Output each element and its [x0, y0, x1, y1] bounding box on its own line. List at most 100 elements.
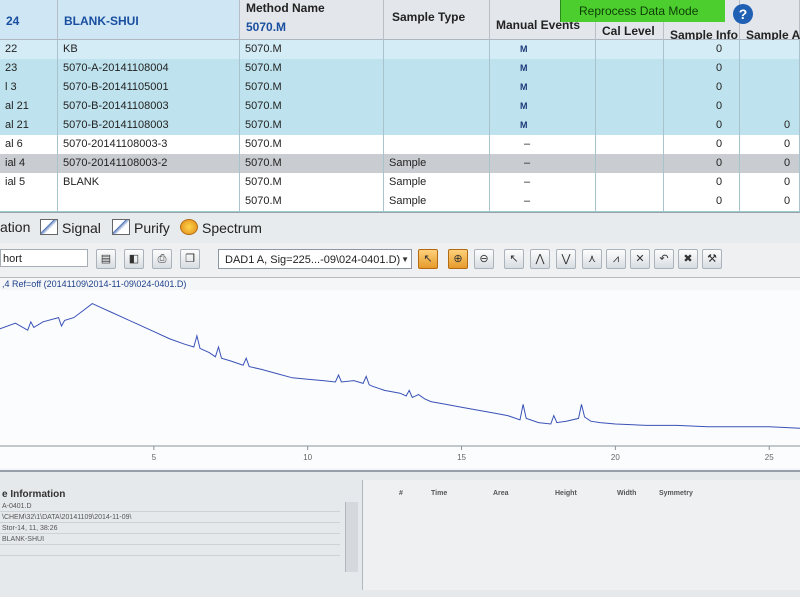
- sample-type-cell: [384, 59, 490, 78]
- purify-icon: [112, 219, 130, 235]
- bottom-panels: e Information A-0401.D \CHEM\32\1\DATA\2…: [0, 470, 800, 597]
- sample-info-cell: 0: [664, 97, 740, 116]
- table-row[interactable]: 5070.M Sample – 0 0: [0, 192, 800, 212]
- info-line: [0, 546, 340, 556]
- tab-purify[interactable]: Purify: [112, 219, 170, 236]
- method-cell: 5070.M: [240, 192, 384, 211]
- undo-icon[interactable]: ↶: [654, 249, 674, 269]
- integrate-icon[interactable]: ⋀: [530, 249, 550, 269]
- cal-level-cell: [596, 173, 664, 192]
- sample-type-column-header[interactable]: Sample Type: [384, 0, 490, 40]
- zoom-out-icon[interactable]: ⊖: [474, 249, 494, 269]
- signal-icon: [40, 219, 58, 235]
- method-cell: 5070.M: [240, 59, 384, 78]
- reprocess-data-mode-banner: Reprocess Data Mode: [560, 0, 725, 22]
- info-scrollbar[interactable]: [345, 502, 358, 572]
- table-row[interactable]: 23 5070-A-20141108004 5070.M M 0: [0, 59, 800, 79]
- vial-cell: al 6: [0, 135, 58, 154]
- sample-amount-cell: 0: [740, 192, 800, 211]
- cal-level-cell: [596, 40, 664, 59]
- sample-amount-cell: [740, 78, 800, 97]
- sample-name-cell: BLANK: [58, 173, 240, 192]
- vial-column-header[interactable]: 24: [0, 0, 58, 40]
- manual-events-cell: M: [490, 97, 596, 116]
- peak-col-number[interactable]: #: [399, 490, 403, 497]
- method-cell: 5070.M: [240, 97, 384, 116]
- method-cell: 5070.M: [240, 116, 384, 135]
- sample-type-cell: Sample: [384, 173, 490, 192]
- table-row[interactable]: al 6 5070-20141108003-3 5070.M – 0 0: [0, 135, 800, 155]
- delete-peak-icon[interactable]: ✕: [630, 249, 650, 269]
- vial-cell: al 21: [0, 116, 58, 135]
- table-row[interactable]: al 21 5070-B-20141108003 5070.M M 0: [0, 97, 800, 117]
- peak-col-width[interactable]: Width: [617, 490, 636, 497]
- sample-name-column-header[interactable]: BLANK-SHUI: [58, 0, 240, 40]
- sample-name-cell: 5070-B-20141105001: [58, 78, 240, 97]
- sample-amount-cell: [740, 97, 800, 116]
- help-icon[interactable]: ?: [733, 4, 753, 24]
- remove-icon[interactable]: ✖: [678, 249, 698, 269]
- x-tick-label: 20: [611, 453, 620, 462]
- zoom-in-icon[interactable]: ⊕: [448, 249, 468, 269]
- cal-level-cell: [596, 59, 664, 78]
- peak-col-symmetry[interactable]: Symmetry: [659, 490, 693, 497]
- pointer-icon[interactable]: ↖: [504, 249, 524, 269]
- sample-info-cell: 0: [664, 40, 740, 59]
- tools-icon[interactable]: ⚒: [702, 249, 722, 269]
- select-tool-icon[interactable]: ↖: [418, 249, 438, 269]
- manual-events-cell: –: [490, 173, 596, 192]
- signal-select[interactable]: DAD1 A, Sig=225...-09\024-0401.D) ▼: [218, 249, 412, 269]
- chromatogram-chart[interactable]: 5 10 15 20 25: [0, 290, 800, 468]
- manual-events-cell: M: [490, 78, 596, 97]
- tab-signal[interactable]: Signal: [40, 219, 101, 236]
- manual-events-cell: M: [490, 59, 596, 78]
- table-row[interactable]: ial 4 5070-20141108003-2 5070.M Sample – 0 0: [0, 154, 800, 174]
- table-row[interactable]: l 3 5070-B-20141105001 5070.M M 0: [0, 78, 800, 98]
- x-tick-label: 5: [152, 453, 157, 462]
- sample-amount-cell: 0: [740, 135, 800, 154]
- peak-col-time[interactable]: Time: [431, 490, 447, 497]
- x-tick-label: 10: [303, 453, 312, 462]
- table-row[interactable]: al 21 5070-B-20141108003 5070.M M 0 0: [0, 116, 800, 136]
- sample-name-cell: [58, 192, 240, 211]
- vial-cell: l 3: [0, 78, 58, 97]
- signal-toolbar: hort ▤ ◧ ⎙ ❐ DAD1 A, Sig=225...-09\024-0…: [0, 243, 800, 278]
- sequence-table: 24 BLANK-SHUI Method Name 5070.M Sample …: [0, 0, 800, 212]
- peak-col-area[interactable]: Area: [493, 490, 509, 497]
- sample-type-cell: [384, 40, 490, 59]
- tab-calibration[interactable]: ation: [0, 219, 30, 235]
- table-row[interactable]: 22 KB 5070.M M 0: [0, 40, 800, 60]
- cal-level-cell: [596, 116, 664, 135]
- sample-type-cell: [384, 116, 490, 135]
- copy-icon[interactable]: ❐: [180, 249, 200, 269]
- sample-amount-cell: 0: [740, 173, 800, 192]
- method-name-column-header[interactable]: Method Name 5070.M: [240, 0, 384, 40]
- sample-info-cell: 0: [664, 173, 740, 192]
- manual-events-cell: –: [490, 154, 596, 173]
- vial-cell: 23: [0, 59, 58, 78]
- peak-icon[interactable]: ⩘: [606, 249, 626, 269]
- manual-events-cell: M: [490, 116, 596, 135]
- open-icon[interactable]: ▤: [96, 249, 116, 269]
- tab-spectrum[interactable]: Spectrum: [180, 219, 262, 236]
- sample-info-cell: 0: [664, 59, 740, 78]
- print-icon[interactable]: ⎙: [152, 249, 172, 269]
- manual-events-cell: –: [490, 192, 596, 211]
- split-peak-icon[interactable]: ⋏: [582, 249, 602, 269]
- preview-icon[interactable]: ◧: [124, 249, 144, 269]
- manual-events-cell: –: [490, 135, 596, 154]
- peak-col-height[interactable]: Height: [555, 490, 577, 497]
- sample-name-cell: 5070-B-20141108003: [58, 116, 240, 135]
- cal-level-cell: [596, 78, 664, 97]
- info-line: BLANK-SHUI: [0, 535, 340, 545]
- method-cell: 5070.M: [240, 40, 384, 59]
- sample-info-cell: 0: [664, 192, 740, 211]
- sample-name-cell: 5070-B-20141108003: [58, 97, 240, 116]
- table-row[interactable]: ial 5 BLANK 5070.M Sample – 0 0: [0, 173, 800, 193]
- sample-information-panel: e Information A-0401.D \CHEM\32\1\DATA\2…: [0, 480, 360, 590]
- baseline-icon[interactable]: ⋁: [556, 249, 576, 269]
- sample-amount-cell: [740, 40, 800, 59]
- sample-type-cell: Sample: [384, 192, 490, 211]
- method-cell: 5070.M: [240, 154, 384, 173]
- short-name-field[interactable]: hort: [0, 249, 88, 267]
